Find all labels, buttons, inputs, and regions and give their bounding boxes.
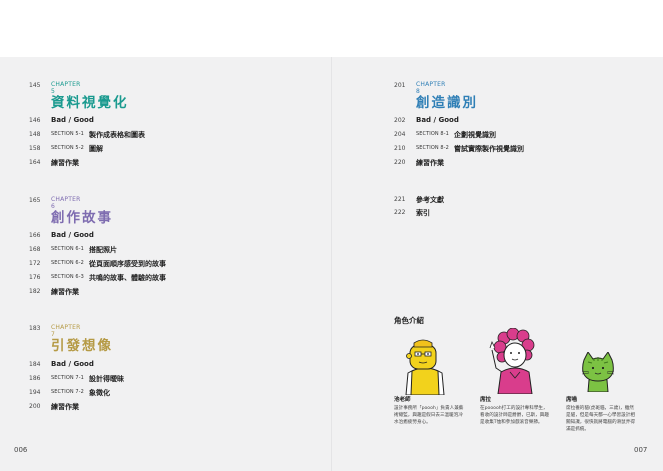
- character-card-teacher: 池老師 設計事務所「poooh」負責人兼藝術總監，興趣是假日去三溫暖泡冷水治癒疲…: [394, 395, 464, 426]
- entry-title: 設計得曖昧: [89, 375, 124, 383]
- toc-entry[interactable]: 166 Bad / Good: [29, 231, 329, 241]
- character-name: 席拉: [480, 397, 492, 403]
- character-description: 在pooooh打工的設計專科學生，看收的設計師是爵爵，已斯，興趣是收集T恤和參加…: [480, 406, 549, 425]
- character-description: 席拉養的貓(虎斑貓，三歲)，雖然是貓，但是每天都一心學習設計相關知識，很快就將電…: [566, 406, 635, 432]
- entry-page-number: 222: [394, 209, 406, 216]
- section-label: SECTION 7-1: [51, 375, 84, 381]
- toc-entry[interactable]: 148 SECTION 5-1 製作成表格和圖表: [29, 130, 329, 140]
- toc-entry[interactable]: 210 SECTION 8-2 嘗試實際製作視覺識別: [394, 144, 663, 154]
- toc-entry[interactable]: 186 SECTION 7-1 設計得曖昧: [29, 374, 329, 384]
- toc-entry-references[interactable]: 221 參考文獻: [394, 195, 663, 205]
- entry-page-number: 166: [29, 232, 41, 239]
- entry-page-number: 164: [29, 159, 41, 166]
- chapter-page-number: 165: [29, 197, 41, 204]
- section-label: SECTION 8-1: [416, 131, 449, 137]
- entry-page-number: 182: [29, 288, 41, 295]
- entry-title: 象徵化: [89, 389, 110, 397]
- toc-entry[interactable]: 200 練習作業: [29, 402, 329, 412]
- entry-title: 練習作業: [416, 159, 444, 167]
- toc-entry-index[interactable]: 222 索引: [394, 208, 663, 218]
- entry-page-number: 194: [29, 389, 41, 396]
- chapter-title: 資料視覺化: [51, 95, 129, 111]
- page-gutter: [331, 57, 332, 471]
- chapter-page-number: 145: [29, 82, 41, 89]
- character-name: 池老師: [394, 397, 411, 403]
- page-folio-right: 007: [634, 446, 648, 454]
- toc-entry[interactable]: 184 Bad / Good: [29, 360, 329, 370]
- entry-title: 練習作業: [51, 288, 79, 296]
- toc-entry[interactable]: 204 SECTION 8-1 企劃視覺識別: [394, 130, 663, 140]
- section-label: SECTION 7-2: [51, 389, 84, 395]
- character-name: 席喵: [566, 397, 578, 403]
- character-description: 設計事務所「poooh」負責人兼藝術總監，興趣是假日去三溫暖泡冷水治癒疲勞身心。: [394, 406, 464, 425]
- entry-page-number: 204: [394, 131, 406, 138]
- toc-entry[interactable]: 176 SECTION 6-3 共鳴的故事、體驗的故事: [29, 273, 329, 283]
- entry-page-number: 220: [394, 159, 406, 166]
- section-label: SECTION 5-2: [51, 145, 84, 151]
- entry-page-number: 200: [29, 403, 41, 410]
- entry-title: 嘗試實際製作視覺識別: [454, 145, 524, 153]
- student-character-icon: [489, 328, 535, 394]
- entry-page-number: 148: [29, 131, 41, 138]
- characters-heading: 角色介紹: [394, 316, 424, 325]
- page-folio-left: 006: [14, 446, 28, 454]
- character-card-student: 席拉 在pooooh打工的設計專科學生，看收的設計師是爵爵，已斯，興趣是收集T恤…: [480, 395, 550, 426]
- entry-page-number: 172: [29, 260, 41, 267]
- entry-page-number: 202: [394, 117, 406, 124]
- entry-title: Bad / Good: [51, 116, 94, 124]
- chapter-title: 創造識別: [416, 95, 478, 111]
- chapter-title: 引發想像: [51, 338, 113, 354]
- entry-title: 製作成表格和圖表: [89, 131, 145, 139]
- entry-title: 練習作業: [51, 403, 79, 411]
- entry-title: Bad / Good: [51, 231, 94, 239]
- entry-page-number: 184: [29, 361, 41, 368]
- character-card-cat: 席喵 席拉養的貓(虎斑貓，三歲)，雖然是貓，但是每天都一心學習設計相關知識，很快…: [566, 395, 636, 433]
- entry-title: 練習作業: [51, 159, 79, 167]
- toc-entry[interactable]: 182 練習作業: [29, 287, 329, 297]
- top-margin: [0, 0, 663, 57]
- toc-entry[interactable]: 194 SECTION 7-2 象徵化: [29, 388, 329, 398]
- toc-entry[interactable]: 168 SECTION 6-1 搭配照片: [29, 245, 329, 255]
- entry-page-number: 221: [394, 196, 406, 203]
- toc-entry[interactable]: 220 練習作業: [394, 158, 663, 168]
- entry-title: Bad / Good: [416, 116, 459, 124]
- chapter-title: 創作故事: [51, 210, 113, 226]
- entry-title: 搭配照片: [89, 246, 117, 254]
- entry-page-number: 158: [29, 145, 41, 152]
- section-label: SECTION 6-1: [51, 246, 84, 252]
- entry-title: 從頁面順序感受到的故事: [89, 260, 166, 268]
- chapter-page-number: 183: [29, 325, 41, 332]
- toc-entry[interactable]: 164 練習作業: [29, 158, 329, 168]
- entry-page-number: 210: [394, 145, 406, 152]
- entry-page-number: 176: [29, 274, 41, 281]
- toc-entry[interactable]: 202 Bad / Good: [394, 116, 663, 126]
- entry-page-number: 186: [29, 375, 41, 382]
- section-label: SECTION 6-3: [51, 274, 84, 280]
- entry-page-number: 146: [29, 117, 41, 124]
- entry-title: 圖解: [89, 145, 103, 153]
- cat-character-icon: [581, 352, 615, 392]
- teacher-character-icon: [405, 339, 445, 395]
- entry-title: 共鳴的故事、體驗的故事: [89, 274, 166, 282]
- section-label: SECTION 8-2: [416, 145, 449, 151]
- toc-entry[interactable]: 146 Bad / Good: [29, 116, 329, 126]
- toc-entry[interactable]: 158 SECTION 5-2 圖解: [29, 144, 329, 154]
- entry-page-number: 168: [29, 246, 41, 253]
- entry-title: Bad / Good: [51, 360, 94, 368]
- section-label: SECTION 6-2: [51, 260, 84, 266]
- section-label: SECTION 5-1: [51, 131, 84, 137]
- chapter-page-number: 201: [394, 82, 406, 89]
- entry-title: 索引: [416, 209, 430, 217]
- entry-title: 企劃視覺識別: [454, 131, 496, 139]
- entry-title: 參考文獻: [416, 196, 444, 204]
- toc-entry[interactable]: 172 SECTION 6-2 從頁面順序感受到的故事: [29, 259, 329, 269]
